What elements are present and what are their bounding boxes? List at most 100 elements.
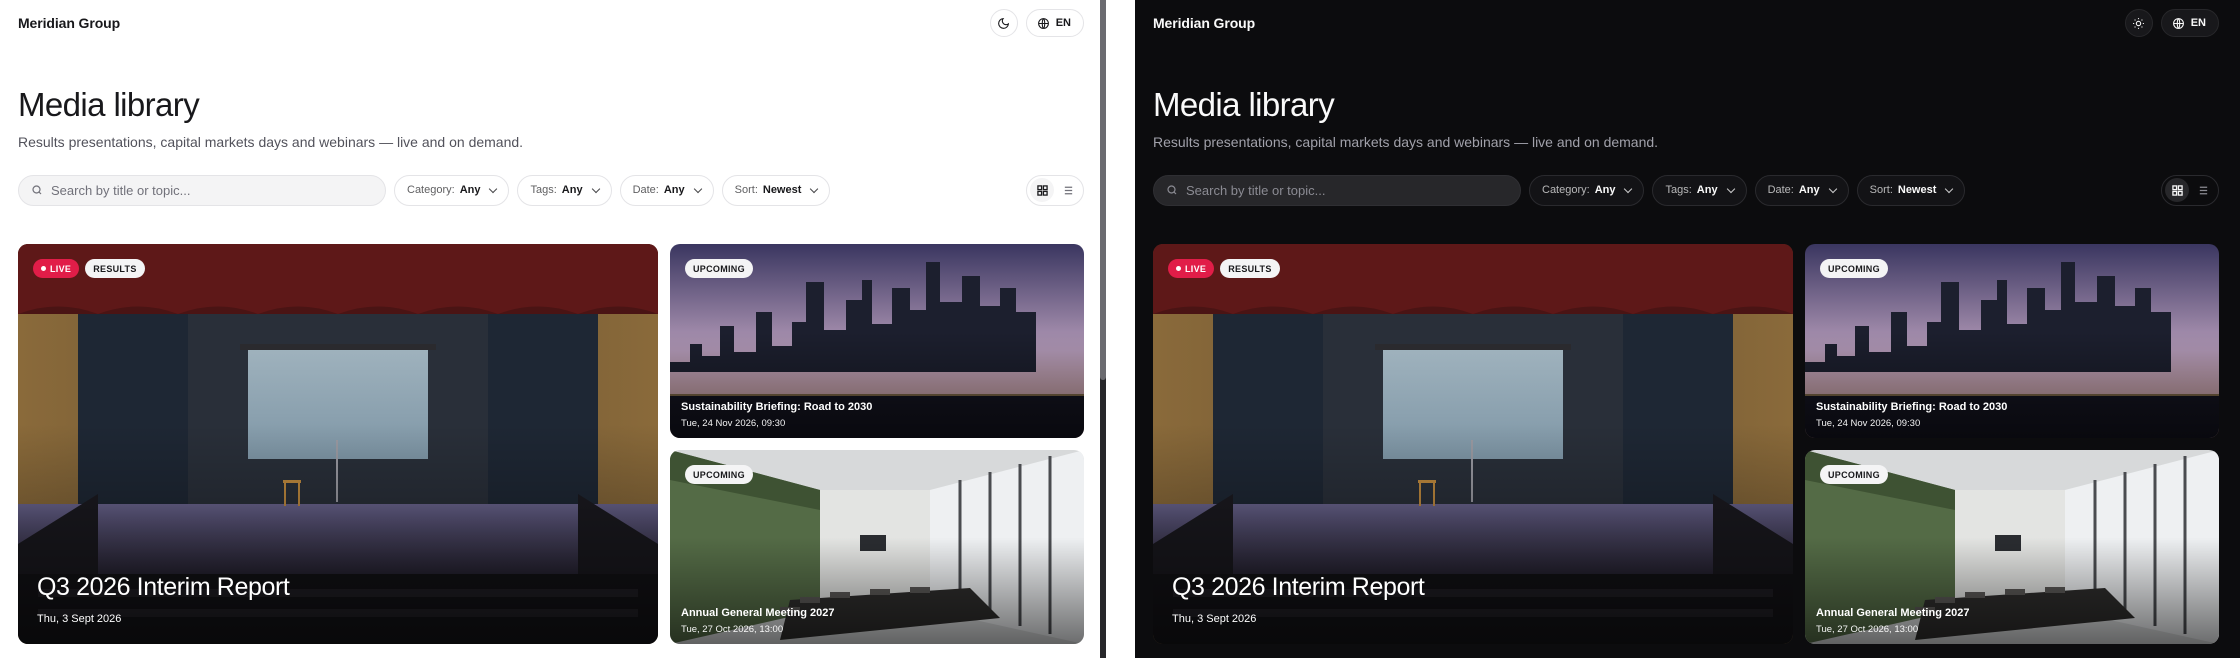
grid-view-button[interactable] bbox=[2165, 178, 2189, 202]
chevron-down-icon bbox=[489, 184, 498, 193]
chevron-down-icon bbox=[693, 184, 702, 193]
filter-key: Category: bbox=[407, 184, 455, 196]
category-filter[interactable]: Category: Any bbox=[1529, 174, 1645, 206]
sun-icon bbox=[2133, 17, 2145, 29]
tags-filter[interactable]: Tags: Any bbox=[517, 174, 612, 206]
upcoming-badge: UPCOMING bbox=[685, 259, 753, 278]
chevron-down-icon bbox=[1726, 184, 1735, 193]
list-icon bbox=[2199, 186, 2207, 194]
upcoming-card-1[interactable]: UPCOMING Sustainability Briefing: Road t… bbox=[1805, 244, 2219, 438]
upcoming-title: Annual General Meeting 2027 bbox=[1816, 607, 1970, 619]
live-badge: LIVE bbox=[33, 259, 80, 278]
filter-bar: Search by title or topic... Category: Any… bbox=[1153, 174, 2219, 206]
upcoming-card-2[interactable]: UPCOMING Annual General Meeting 2027 Tue… bbox=[1805, 450, 2219, 644]
list-icon bbox=[1064, 186, 1072, 194]
chevron-down-icon bbox=[1828, 184, 1837, 193]
upcoming-date: Tue, 24 Nov 2026, 09:30 bbox=[681, 418, 786, 429]
live-badge: LIVE bbox=[1168, 259, 1215, 278]
category-filter[interactable]: Category: Any bbox=[394, 174, 510, 206]
filter-key: Sort: bbox=[734, 184, 758, 196]
filter-value: Any bbox=[1696, 184, 1718, 196]
filter-bar: Search by title or topic... Category: Any… bbox=[18, 174, 1084, 206]
filter-value: Any bbox=[561, 184, 583, 196]
filter-key: Tags: bbox=[530, 184, 557, 196]
category-badge: RESULTS bbox=[85, 259, 145, 278]
chevron-down-icon bbox=[1945, 184, 1954, 193]
header: Meridian Group EN bbox=[1153, 0, 2219, 46]
upcoming-date: Tue, 24 Nov 2026, 09:30 bbox=[1816, 418, 1921, 429]
live-dot-icon bbox=[41, 266, 46, 271]
search-icon bbox=[1167, 185, 1177, 195]
featured-media-card[interactable]: LIVE RESULTS Q3 2026 Interim Report Thu,… bbox=[1153, 244, 1793, 644]
filter-value: Any bbox=[663, 184, 685, 196]
light-theme-pane: Meridian Group EN Media library Results … bbox=[0, 0, 1100, 658]
grid-view-button[interactable] bbox=[1030, 178, 1054, 202]
upcoming-date: Tue, 27 Oct 2026, 13:00 bbox=[681, 624, 784, 635]
live-label: LIVE bbox=[50, 263, 72, 274]
media-grid: LIVE RESULTS Q3 2026 Interim Report Thu,… bbox=[18, 244, 1084, 644]
featured-date: Thu, 3 Sept 2026 bbox=[1172, 613, 1257, 625]
chevron-down-icon bbox=[591, 184, 600, 193]
filter-key: Sort: bbox=[1869, 184, 1893, 196]
divider bbox=[1106, 0, 1135, 658]
language-label: EN bbox=[2190, 17, 2206, 29]
featured-date: Thu, 3 Sept 2026 bbox=[37, 613, 122, 625]
dark-theme-pane: Meridian Group EN Media library Results … bbox=[1135, 0, 2240, 658]
date-filter[interactable]: Date: Any bbox=[619, 174, 714, 206]
sort-filter[interactable]: Sort: Newest bbox=[721, 174, 831, 206]
page-subtitle: Results presentations, capital markets d… bbox=[18, 134, 524, 150]
language-label: EN bbox=[1055, 17, 1071, 29]
search-icon bbox=[32, 185, 42, 195]
featured-media-card[interactable]: LIVE RESULTS Q3 2026 Interim Report Thu,… bbox=[18, 244, 658, 644]
upcoming-title: Annual General Meeting 2027 bbox=[681, 607, 835, 619]
category-badge: RESULTS bbox=[1220, 259, 1280, 278]
upcoming-date: Tue, 27 Oct 2026, 13:00 bbox=[1816, 624, 1919, 635]
list-view-button[interactable] bbox=[1056, 178, 1080, 202]
search-placeholder: Search by title or topic... bbox=[1186, 182, 1326, 198]
filter-value: Newest bbox=[762, 184, 802, 196]
chevron-down-icon bbox=[1624, 184, 1633, 193]
live-label: LIVE bbox=[1185, 263, 1207, 274]
filter-value: Newest bbox=[1897, 184, 1937, 196]
list-view-button[interactable] bbox=[2191, 178, 2215, 202]
upcoming-card-1[interactable]: UPCOMING Sustainability Briefing: Road t… bbox=[670, 244, 1084, 438]
page-subtitle: Results presentations, capital markets d… bbox=[1153, 134, 1659, 150]
upcoming-card-2[interactable]: UPCOMING Annual General Meeting 2027 Tue… bbox=[670, 450, 1084, 644]
upcoming-badge: UPCOMING bbox=[685, 465, 753, 484]
page-title: Media library bbox=[1153, 86, 1335, 123]
sort-filter[interactable]: Sort: Newest bbox=[1856, 174, 1966, 206]
moon-icon bbox=[998, 17, 1010, 29]
search-input[interactable]: Search by title or topic... bbox=[18, 174, 386, 206]
tags-filter[interactable]: Tags: Any bbox=[1652, 174, 1747, 206]
upcoming-title: Sustainability Briefing: Road to 2030 bbox=[681, 401, 873, 413]
search-input[interactable]: Search by title or topic... bbox=[1153, 174, 1521, 206]
upcoming-title: Sustainability Briefing: Road to 2030 bbox=[1816, 401, 2008, 413]
filter-key: Tags: bbox=[1665, 184, 1692, 196]
view-toggle bbox=[1026, 174, 1084, 206]
header: Meridian Group EN bbox=[18, 0, 1084, 46]
brand-name[interactable]: Meridian Group bbox=[18, 15, 120, 31]
view-toggle bbox=[2161, 174, 2219, 206]
grid-icon bbox=[1036, 184, 1048, 196]
filter-key: Date: bbox=[1767, 184, 1794, 196]
grid-icon bbox=[2171, 184, 2183, 196]
filter-value: Any bbox=[1594, 184, 1616, 196]
brand-name[interactable]: Meridian Group bbox=[1153, 15, 1255, 31]
live-dot-icon bbox=[1176, 266, 1181, 271]
media-grid: LIVE RESULTS Q3 2026 Interim Report Thu,… bbox=[1153, 244, 2219, 644]
language-button[interactable]: EN bbox=[2160, 9, 2219, 37]
upcoming-badge: UPCOMING bbox=[1820, 465, 1888, 484]
filter-key: Date: bbox=[632, 184, 659, 196]
upcoming-badge: UPCOMING bbox=[1820, 259, 1888, 278]
globe-icon bbox=[1037, 17, 1049, 29]
search-placeholder: Search by title or topic... bbox=[51, 182, 191, 198]
date-filter[interactable]: Date: Any bbox=[1754, 174, 1849, 206]
page-title: Media library bbox=[18, 86, 200, 123]
chevron-down-icon bbox=[810, 184, 819, 193]
language-button[interactable]: EN bbox=[1025, 9, 1084, 37]
filter-key: Category: bbox=[1542, 184, 1590, 196]
featured-title: Q3 2026 Interim Report bbox=[37, 573, 290, 601]
theme-toggle-button[interactable] bbox=[2124, 9, 2153, 37]
featured-title: Q3 2026 Interim Report bbox=[1172, 573, 1425, 601]
theme-toggle-button[interactable] bbox=[989, 9, 1018, 37]
